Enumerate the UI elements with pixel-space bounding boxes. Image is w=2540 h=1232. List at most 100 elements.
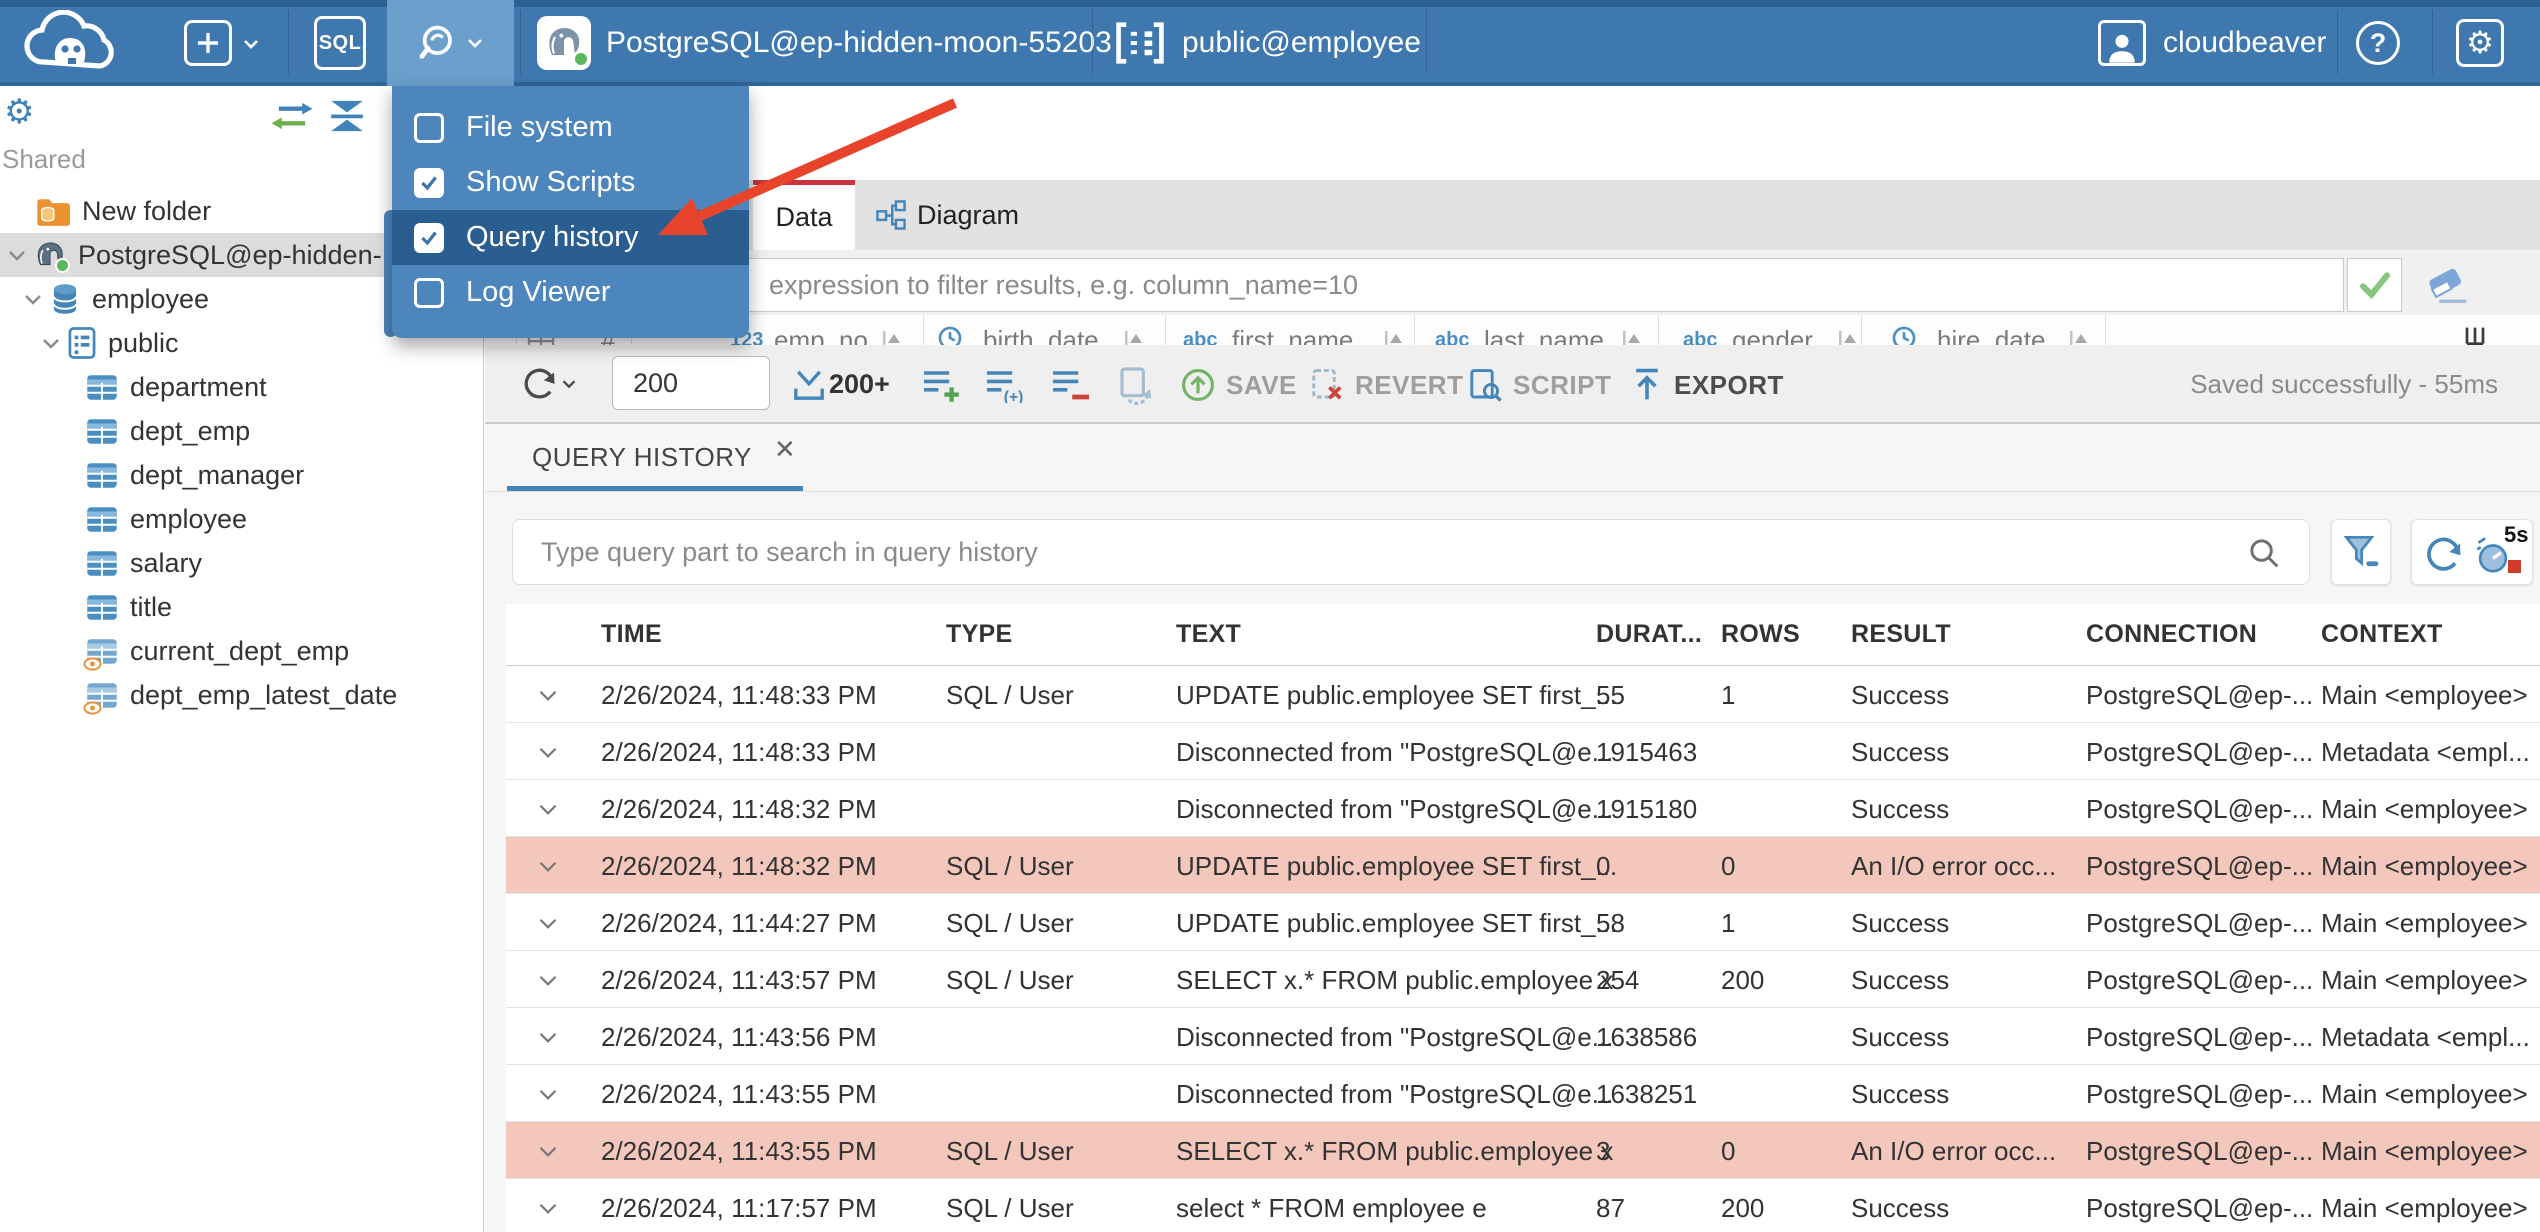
checkbox-unchecked[interactable] (414, 112, 444, 143)
export-button[interactable]: EXPORT (1630, 367, 1784, 403)
column-header-rows[interactable]: ROWS (1721, 620, 1800, 649)
help-button[interactable]: ? (2356, 21, 2400, 65)
row-expand-chevron[interactable] (534, 1137, 562, 1165)
user-avatar[interactable] (2098, 20, 2146, 66)
add-row-icon (924, 371, 959, 402)
row-expand-chevron[interactable] (534, 738, 562, 766)
query-history-tab[interactable]: QUERY HISTORY (532, 442, 752, 473)
duplicate-row-button[interactable]: (+) (984, 367, 1026, 403)
sort-icon[interactable] (1837, 327, 1859, 345)
eraser-icon (2429, 268, 2467, 303)
tree-item-table[interactable]: title (0, 585, 484, 629)
cell-duration: 3 (1596, 1136, 1611, 1166)
column-header-result[interactable]: RESULT (1851, 620, 1951, 649)
refresh-history-button[interactable] (2424, 534, 2464, 574)
save-button[interactable]: SAVE (1180, 367, 1297, 403)
tree-item-table[interactable]: employee (0, 497, 484, 541)
row-expand-chevron[interactable] (534, 795, 562, 823)
user-menu[interactable]: cloudbeaver (2163, 0, 2326, 86)
checkbox-checked[interactable] (414, 167, 444, 198)
chevron-down-icon[interactable] (38, 331, 64, 355)
row-expand-chevron[interactable] (534, 1080, 562, 1108)
column-header-birth-date[interactable]: birth_date (983, 325, 1099, 345)
fetch-more-label[interactable]: 200+ (829, 369, 890, 400)
settings-button[interactable]: ⚙ (2456, 19, 2504, 67)
refresh-button[interactable] (521, 365, 579, 403)
tree-item-table[interactable]: salary (0, 541, 484, 585)
sidebar-settings-gear-icon[interactable]: ⚙ (4, 92, 34, 132)
filter-button[interactable] (2331, 519, 2391, 585)
close-icon[interactable]: ✕ (774, 434, 796, 465)
row-expand-chevron[interactable] (534, 852, 562, 880)
tree-item-table[interactable]: dept_manager (0, 453, 484, 497)
delete-row-button[interactable] (1050, 367, 1092, 403)
column-header-context[interactable]: CONTEXT (2321, 620, 2539, 649)
row-expand-chevron[interactable] (534, 681, 562, 709)
tree-item-view[interactable]: current_dept_emp (0, 629, 484, 673)
column-header-last-name[interactable]: last_name (1484, 325, 1604, 345)
chevron-down-icon[interactable] (4, 243, 30, 267)
table-row[interactable]: 2/26/2024, 11:44:27 PM SQL / User UPDATE… (506, 894, 2540, 951)
connection-tab[interactable]: PostgreSQL@ep-hidden-moon-55203 (606, 0, 1112, 86)
sort-icon[interactable] (1123, 327, 1145, 345)
sort-icon[interactable] (1383, 327, 1405, 345)
sync-connection-icon[interactable] (270, 100, 314, 132)
tools-menu-button[interactable] (387, 0, 514, 86)
chevron-down-icon[interactable] (20, 287, 46, 311)
cloudbeaver-logo[interactable] (16, 0, 128, 86)
divider (1092, 10, 1093, 74)
new-connection-button[interactable] (184, 20, 232, 66)
row-expand-chevron[interactable] (534, 909, 562, 937)
cell-connection: PostgreSQL@ep-... (2086, 965, 2314, 995)
revert-button[interactable]: REVERT (1309, 367, 1463, 403)
tree-item-table[interactable]: department (0, 365, 484, 409)
checkbox-unchecked[interactable] (414, 277, 444, 308)
query-history-search-input[interactable] (512, 519, 2310, 585)
column-header-connection[interactable]: CONNECTION (2086, 620, 2257, 649)
row-limit-input[interactable] (612, 356, 770, 410)
row-expand-chevron[interactable] (534, 966, 562, 994)
table-row[interactable]: 2/26/2024, 11:48:33 PM SQL / User UPDATE… (506, 666, 2540, 723)
apply-filter-button[interactable] (2347, 258, 2402, 312)
table-row[interactable]: 2/26/2024, 11:43:55 PM Disconnected from… (506, 1065, 2540, 1122)
checkbox-checked[interactable] (414, 222, 444, 253)
fetch-more-icon (794, 370, 824, 400)
add-row-button[interactable] (921, 367, 963, 403)
clear-filter-button[interactable] (2423, 264, 2469, 306)
row-expand-chevron[interactable] (534, 1194, 562, 1222)
table-row[interactable]: 2/26/2024, 11:48:33 PM Disconnected from… (506, 723, 2540, 780)
script-button[interactable]: SCRIPT (1467, 367, 1611, 403)
table-row-error[interactable]: 2/26/2024, 11:43:55 PM SQL / User SELECT… (506, 1122, 2540, 1179)
column-header-gender[interactable]: gender (1732, 325, 1813, 345)
column-header-hire-date[interactable]: hire_date (1937, 325, 2045, 345)
divider (2432, 10, 2433, 74)
column-header-duration[interactable]: DURAT... (1596, 620, 1702, 649)
column-header-text[interactable]: TEXT (1176, 620, 1241, 649)
column-header-time[interactable]: TIME (601, 620, 662, 649)
table-row[interactable]: 2/26/2024, 11:48:32 PM Disconnected from… (506, 780, 2540, 837)
row-expand-chevron[interactable] (534, 1023, 562, 1051)
sort-icon[interactable] (1621, 327, 1643, 345)
tree-item-table[interactable]: dept_emp (0, 409, 484, 453)
menu-item-log-viewer[interactable]: Log Viewer (392, 265, 749, 320)
collapse-all-icon[interactable] (328, 98, 366, 134)
column-header-type[interactable]: TYPE (946, 620, 1013, 649)
tree-item-view[interactable]: dept_emp_latest_date (0, 673, 484, 717)
sort-icon[interactable] (2068, 327, 2090, 345)
chevron-down-icon[interactable] (240, 33, 262, 55)
column-header-emp-no[interactable]: emp_no (774, 325, 868, 345)
grid-settings-icon[interactable] (2463, 325, 2487, 345)
copy-resultset-button[interactable] (1114, 365, 1154, 405)
divider (1426, 10, 1427, 74)
table-row[interactable]: 2/26/2024, 11:43:57 PM SQL / User SELECT… (506, 951, 2540, 1008)
schema-selector[interactable]: public@employee (1114, 0, 1421, 86)
fetch-more-button[interactable] (791, 367, 827, 403)
sort-icon[interactable] (881, 327, 903, 345)
sql-editor-button[interactable]: SQL (314, 16, 366, 70)
table-row[interactable]: 2/26/2024, 11:43:56 PM Disconnected from… (506, 1008, 2540, 1065)
cell-text: select * FROM employee e (1176, 1193, 1487, 1223)
table-row-error[interactable]: 2/26/2024, 11:48:32 PM SQL / User UPDATE… (506, 837, 2540, 894)
filter-expression-input[interactable]: expression to filter results, e.g. colum… (492, 258, 2344, 312)
column-header-first-name[interactable]: first_name (1232, 325, 1353, 345)
table-row[interactable]: 2/26/2024, 11:17:57 PM SQL / User select… (506, 1179, 2540, 1232)
